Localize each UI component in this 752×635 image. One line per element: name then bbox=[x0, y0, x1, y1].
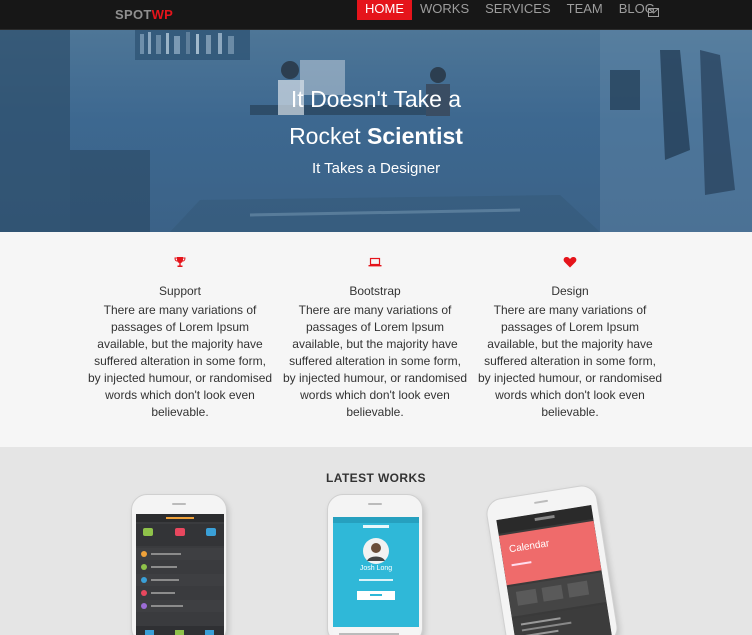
work-item-phone-3[interactable]: Calendar bbox=[484, 483, 620, 635]
feature-support: Support There are many variations of pas… bbox=[87, 256, 273, 421]
feature-bootstrap: Bootstrap There are many variations of p… bbox=[282, 256, 468, 421]
phone2-profile-name: Josh Long bbox=[359, 565, 393, 572]
nav-team[interactable]: TEAM bbox=[559, 0, 611, 20]
works-title: LATEST WORKS bbox=[326, 471, 426, 485]
feature-text: There are many variations of passages of… bbox=[477, 303, 663, 419]
feature-title: Support bbox=[158, 284, 202, 298]
heart-icon bbox=[477, 256, 663, 274]
hero-subtitle: It Takes a Designer bbox=[311, 160, 441, 177]
phone-screen: Calendar bbox=[496, 505, 614, 635]
work-item-phone-1[interactable] bbox=[131, 494, 227, 635]
nav-works[interactable]: WORKS bbox=[412, 0, 477, 20]
hero-title-regular: Rocket bbox=[289, 123, 368, 149]
phone-speaker bbox=[368, 503, 382, 505]
feature-title: Design bbox=[551, 284, 589, 298]
nav-home[interactable]: HOME bbox=[357, 0, 412, 20]
brand-part2: WP bbox=[151, 7, 174, 22]
features-section: Support There are many variations of pas… bbox=[0, 232, 752, 447]
phone-screen: Josh Long bbox=[333, 517, 419, 635]
hero-title-bold: Scientist bbox=[367, 123, 463, 149]
trophy-icon bbox=[87, 256, 273, 274]
hero-title-line1: It Doesn't Take a bbox=[290, 86, 462, 112]
phone-speaker bbox=[172, 503, 186, 505]
envelope-icon[interactable] bbox=[648, 4, 659, 22]
hero-banner: It Doesn't Take a Rocket Scientist It Ta… bbox=[0, 30, 752, 232]
brand-logo[interactable]: SPOTWP bbox=[115, 7, 173, 22]
feature-text: There are many variations of passages of… bbox=[282, 303, 468, 419]
feature-design: Design There are many variations of pass… bbox=[477, 256, 663, 421]
work-item-phone-2[interactable]: Josh Long bbox=[327, 494, 423, 635]
main-nav: HOME WORKS SERVICES TEAM BLOG bbox=[357, 0, 663, 20]
works-section: LATEST WORKS Josh Long Calendar bbox=[0, 447, 752, 635]
navbar: SPOTWP HOME WORKS SERVICES TEAM BLOG bbox=[0, 0, 752, 30]
feature-title: Bootstrap bbox=[349, 284, 401, 298]
brand-part1: SPOT bbox=[115, 7, 152, 22]
nav-services[interactable]: SERVICES bbox=[477, 0, 559, 20]
feature-text: There are many variations of passages of… bbox=[87, 303, 273, 419]
phone-screen bbox=[136, 514, 224, 635]
laptop-icon bbox=[282, 256, 468, 274]
phone-speaker bbox=[533, 499, 549, 504]
hero-title-line2: Rocket Scientist bbox=[0, 123, 752, 150]
